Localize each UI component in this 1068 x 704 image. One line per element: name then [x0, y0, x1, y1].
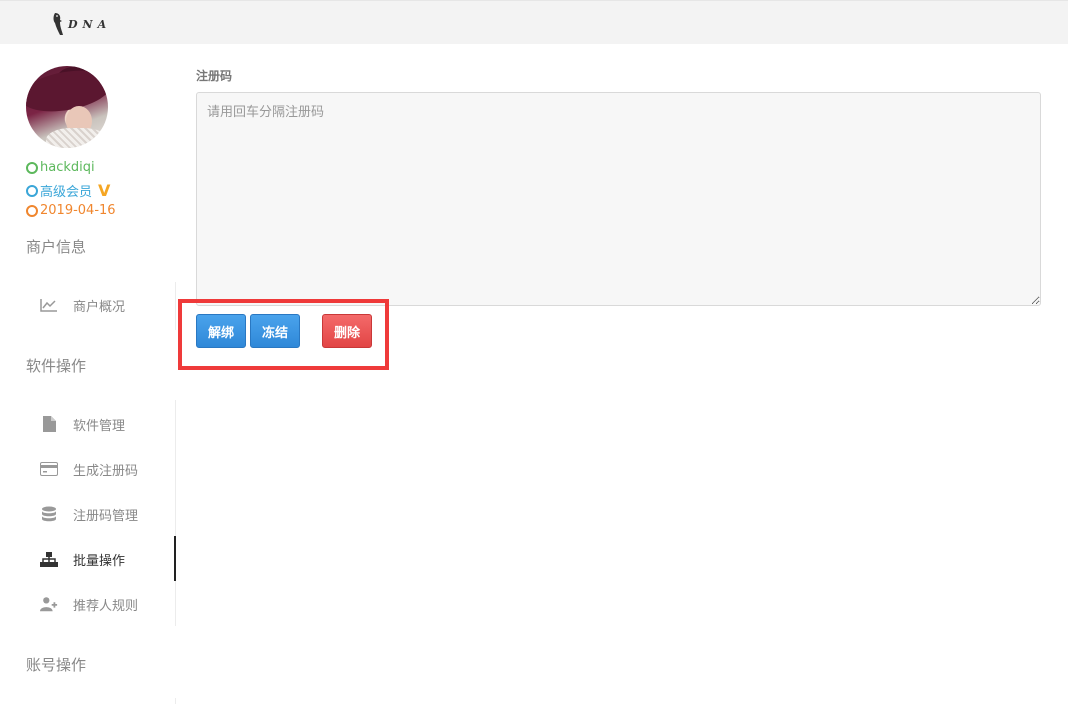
user-name: hackdiqi: [26, 160, 95, 175]
credit-card-icon: [40, 460, 58, 478]
sidebar-item-generate-code[interactable]: 生成注册码: [40, 454, 176, 484]
vip-badge-icon: V: [98, 181, 111, 200]
database-icon: [40, 505, 58, 523]
freeze-button[interactable]: 冻结: [250, 314, 300, 348]
circle-icon: [26, 161, 38, 174]
sidebar-item-label: 推荐人规则: [73, 598, 139, 614]
user-plus-icon: [40, 595, 58, 613]
field-label-codes: 注册码: [196, 69, 233, 83]
circle-icon: [26, 204, 38, 217]
section-title-merchant-info: 商户信息: [26, 238, 87, 256]
sitemap-icon: [40, 550, 58, 568]
top-bar: DNA: [0, 0, 1068, 44]
sidebar-item-label: 商户概况: [73, 299, 126, 315]
unbind-button[interactable]: 解绑: [196, 314, 246, 348]
file-icon: [40, 415, 58, 433]
active-indicator: [174, 536, 176, 581]
bird-logo-icon: [53, 13, 63, 35]
user-date: 2019-04-16: [26, 203, 116, 218]
sidebar-item-referrer-rules[interactable]: 推荐人规则: [40, 589, 176, 619]
delete-button[interactable]: 删除: [322, 314, 372, 348]
codes-textarea[interactable]: [196, 92, 1041, 306]
sidebar-item-software-management[interactable]: 软件管理: [40, 409, 176, 439]
sidebar-item-label: 注册码管理: [73, 508, 139, 524]
sidebar-item-batch-ops[interactable]: 批量操作: [40, 544, 176, 574]
avatar[interactable]: [26, 66, 108, 148]
user-level: 高级会员 V: [26, 181, 110, 200]
sidebar-item-label: 批量操作: [73, 553, 126, 569]
circle-icon: [26, 184, 38, 197]
line-chart-icon: [40, 296, 58, 314]
sidebar-item-label: 软件管理: [73, 418, 126, 434]
section-title-software-ops: 软件操作: [26, 357, 87, 375]
sidebar-item-label: 生成注册码: [73, 463, 139, 479]
nav-divider: [175, 698, 176, 704]
logo-text: DNA: [68, 17, 112, 31]
section-title-account-ops: 账号操作: [26, 656, 87, 674]
sidebar-item-merchant-overview[interactable]: 商户概况: [40, 290, 176, 320]
sidebar-item-code-management[interactable]: 注册码管理: [40, 499, 176, 529]
logo[interactable]: DNA: [52, 12, 111, 36]
